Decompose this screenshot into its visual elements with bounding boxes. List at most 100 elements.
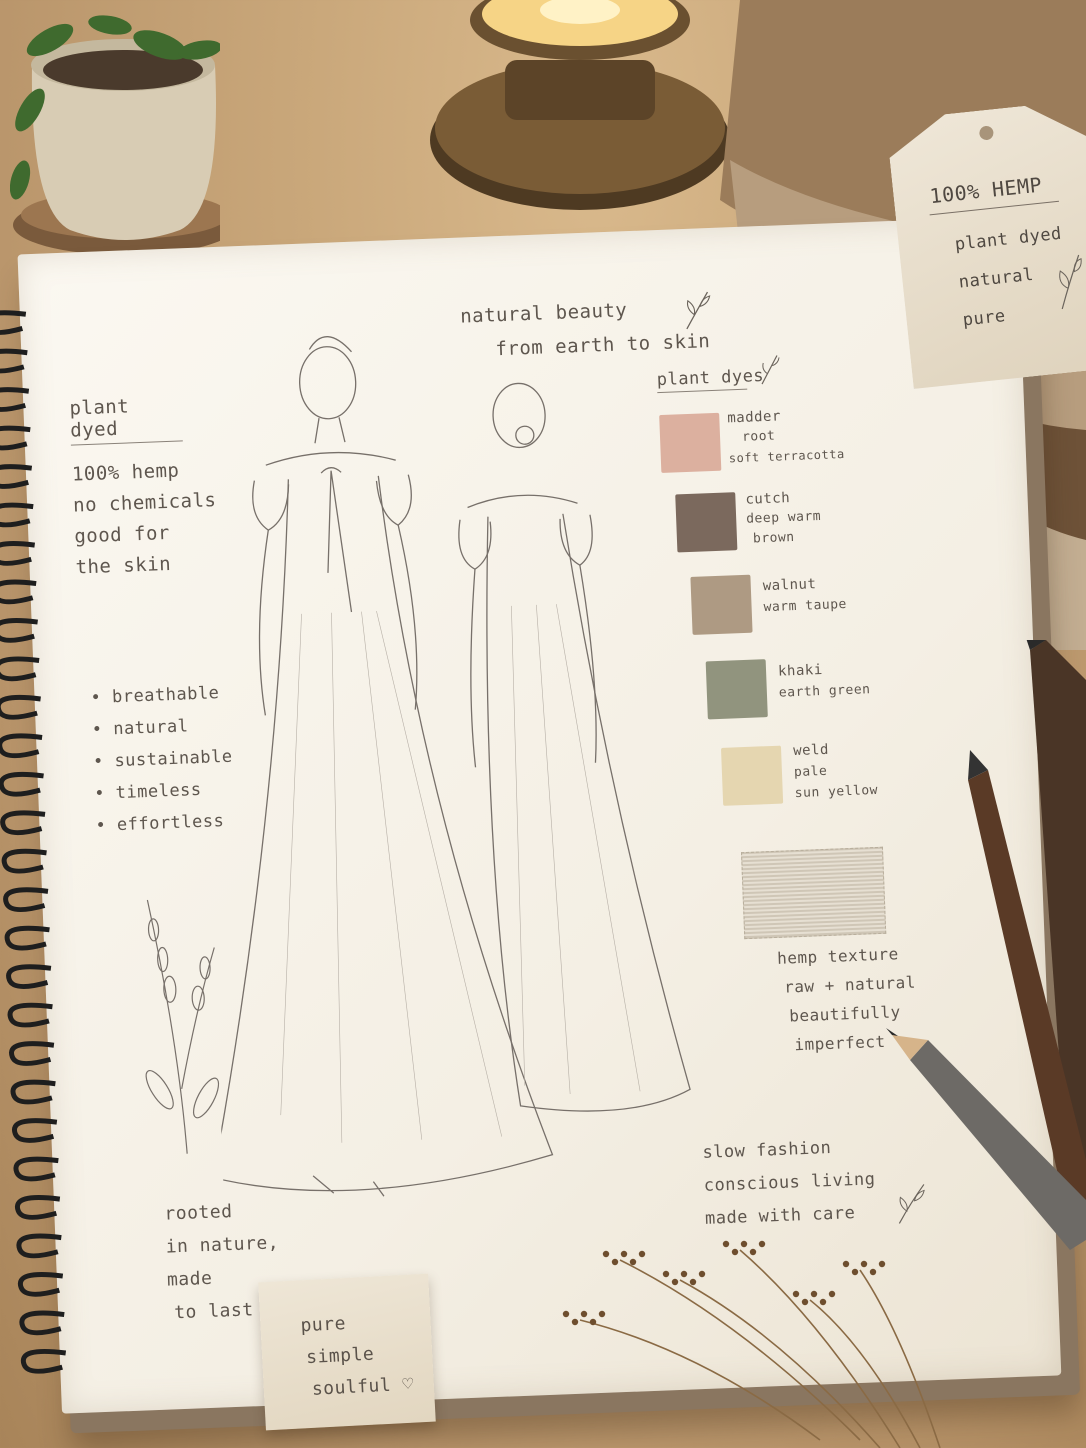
spiral-ring (13, 1156, 59, 1182)
hemp-texture-swatch (741, 846, 887, 940)
swatch-weld (720, 745, 784, 806)
dye-item-weld: weld pale sun yellow (720, 742, 878, 806)
note-card-line: soulful ♡ (311, 1373, 415, 1400)
spiral-ring (0, 617, 38, 643)
dye-item-cutch: cutch deep warm brown (675, 490, 821, 553)
dried-bud (722, 1240, 730, 1248)
dried-bud (842, 1260, 850, 1268)
spiral-ring (0, 810, 46, 836)
dried-bud (571, 1318, 579, 1326)
spiral-ring (16, 1233, 62, 1259)
dried-bud (828, 1290, 836, 1298)
dye-desc: sun yellow (794, 782, 879, 802)
dress-sketch (212, 336, 691, 1197)
dried-bud (749, 1248, 757, 1256)
spiral-ring (10, 1079, 56, 1105)
dried-bud (598, 1310, 606, 1318)
spiral-ring (0, 348, 28, 374)
spiral-ring (12, 1118, 58, 1143)
dried-bud (851, 1268, 859, 1276)
spiral-ring (6, 964, 52, 989)
left-note-line: the skin (75, 552, 172, 579)
potted-plant (10, 15, 220, 255)
spiral-ring (0, 310, 27, 335)
swatch-khaki (705, 659, 768, 720)
bottom-right-line: made with care (704, 1203, 856, 1229)
spiral-ring (17, 1271, 64, 1297)
dried-bud (680, 1270, 688, 1278)
brass-lamp (430, 0, 730, 210)
dye-desc: soft terracotta (728, 446, 845, 466)
spiral-ring (0, 771, 44, 797)
spiral-ring (7, 1002, 53, 1028)
dried-bud (698, 1270, 706, 1278)
dried-stem (619, 1259, 861, 1441)
left-notes-heading: plant dyed (69, 393, 183, 446)
spiral-ring (0, 464, 33, 489)
hemp-hang-tag: 100% HEMP plant dyed natural pure (886, 100, 1086, 389)
dried-stem (809, 1299, 921, 1448)
spiral-ring (9, 1041, 55, 1066)
dried-bud (869, 1268, 877, 1276)
dye-item-walnut: walnut warm taupe (690, 574, 847, 635)
dried-bud (731, 1248, 739, 1256)
dried-stem (739, 1249, 901, 1448)
dried-bud (638, 1250, 646, 1258)
spiral-ring (20, 1348, 67, 1374)
dried-stem (859, 1269, 941, 1448)
dye-item-khaki: khaki earth green (705, 659, 871, 720)
swatch-walnut (690, 574, 753, 635)
dried-bud (671, 1278, 679, 1286)
dried-bud (689, 1278, 697, 1286)
sprig-icon (686, 291, 711, 330)
dried-bud (602, 1250, 610, 1258)
dried-bud (629, 1258, 637, 1266)
spiral-ring (14, 1195, 61, 1220)
dye-desc: deep warm (745, 508, 822, 527)
dried-bud (860, 1260, 868, 1268)
dried-bud (620, 1250, 628, 1258)
dye-item-madder: madder root soft terracotta (659, 408, 845, 474)
left-note-line: no chemicals (72, 489, 217, 517)
bottom-left-line: in nature, (165, 1232, 280, 1258)
spiral-ring (0, 656, 40, 682)
dried-flowers (562, 1240, 941, 1448)
spiral-ring (0, 502, 34, 528)
leaf-icon (1050, 250, 1086, 313)
swatch-madder (659, 412, 722, 474)
bottom-left-line: rooted (164, 1201, 233, 1225)
dye-desc: warm taupe (763, 596, 848, 616)
dyes-heading: plant dyes (656, 365, 765, 391)
sprig-icon (761, 355, 780, 385)
spiral-ring (19, 1310, 65, 1336)
bottom-right-note: slow fashion conscious living made with … (702, 1130, 877, 1236)
pencils (886, 640, 1086, 1250)
dried-stem (679, 1279, 881, 1448)
spiral-ring (0, 425, 31, 451)
dried-stem (579, 1319, 821, 1441)
tag-hole (979, 125, 994, 140)
spiral-ring (0, 579, 37, 605)
dried-bud (819, 1298, 827, 1306)
dried-bud (810, 1290, 818, 1298)
dried-bud (589, 1318, 597, 1326)
dye-desc: brown (752, 529, 795, 547)
dye-desc: earth green (778, 682, 871, 701)
spiral-ring (3, 887, 49, 913)
spiral-ring (1, 848, 47, 874)
dried-bud (580, 1310, 588, 1318)
dried-bud (611, 1258, 619, 1266)
botanical-sprig-icon (145, 899, 220, 1154)
dried-bud (878, 1260, 886, 1268)
pure-simple-note-card: pure simple soulful ♡ (258, 1273, 436, 1431)
tag-title: 100% HEMP (928, 172, 1044, 209)
dried-bud (758, 1240, 766, 1248)
spiral-ring (0, 733, 43, 759)
dried-bud (662, 1270, 670, 1278)
swatch-cutch (675, 492, 738, 553)
dried-bud (740, 1240, 748, 1248)
dried-bud (792, 1290, 800, 1298)
spiral-ring (0, 694, 41, 720)
dried-bud (562, 1310, 570, 1318)
spiral-ring (4, 925, 50, 951)
